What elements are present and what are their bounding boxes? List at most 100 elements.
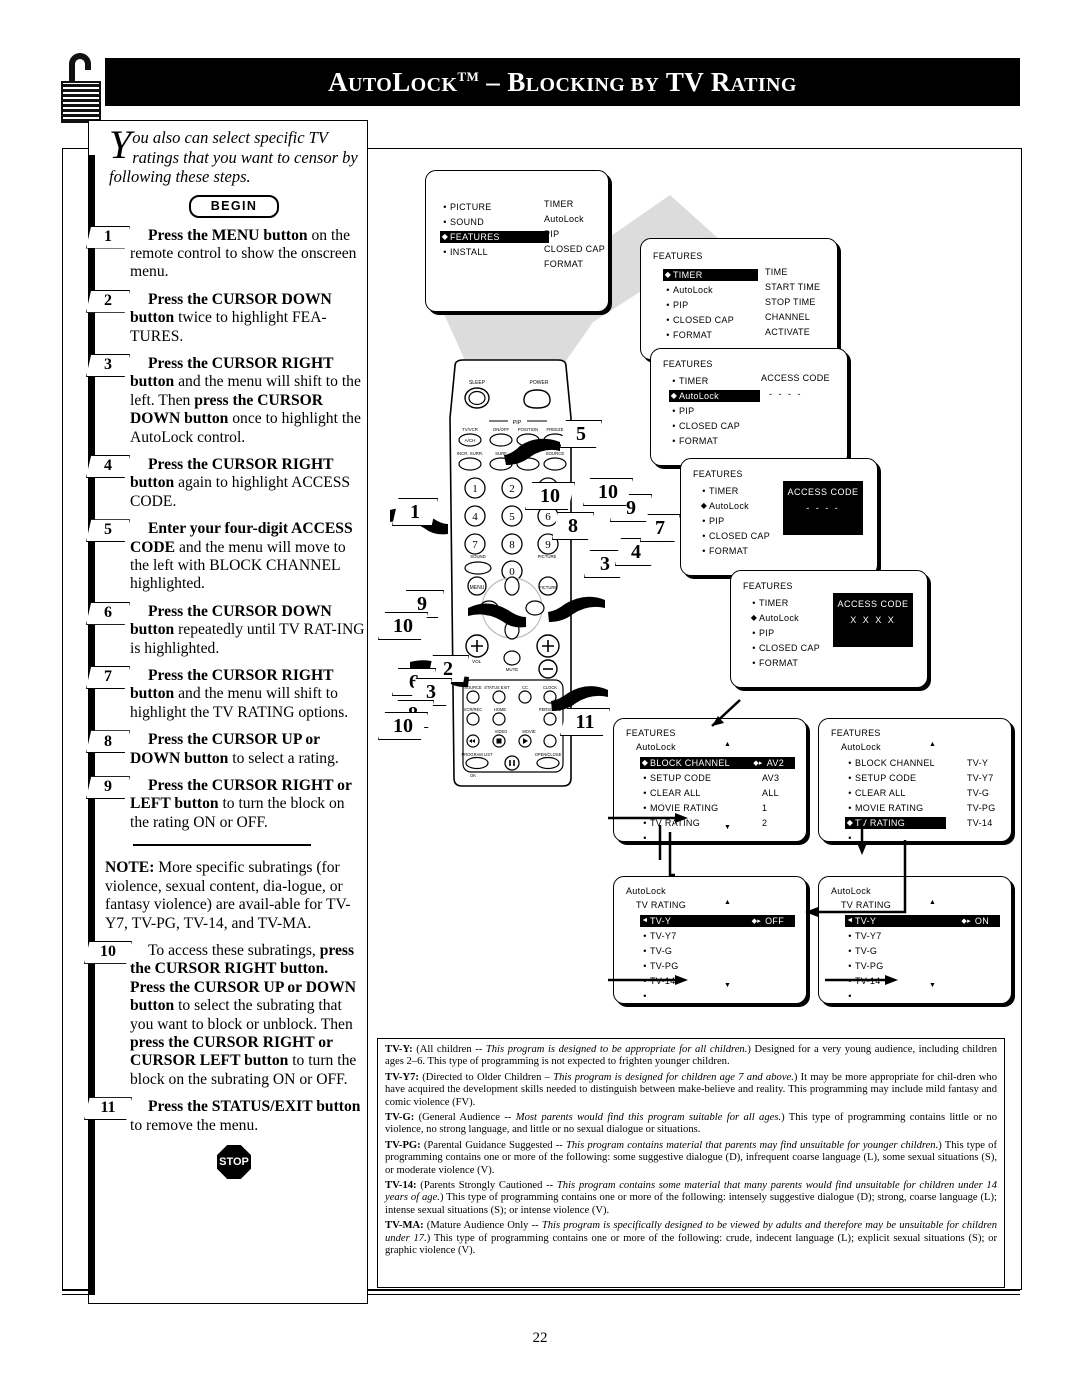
scroll-up-icon[interactable]: ▲ [929, 741, 936, 748]
menu-row[interactable]: • PIP [749, 625, 824, 640]
menu-item[interactable]: • TIMER [669, 376, 713, 386]
menu-row[interactable]: ◄ TV-Y ◆▸ OFF [640, 913, 800, 928]
menu-item[interactable]: • TV-G [845, 946, 881, 956]
menu-item[interactable]: ◄ TV-Y ◆▸ OFF [640, 914, 795, 927]
menu-row[interactable]: ◄ TV-Y ◆▸ ON [845, 913, 1005, 928]
menu-row[interactable]: • FORMAT [699, 543, 774, 558]
menu-item[interactable]: • CLOSED CAP [749, 643, 824, 653]
menu-row[interactable]: • [640, 988, 800, 1003]
menu-row[interactable]: • TIMER [699, 483, 774, 498]
menu-item[interactable]: • INSTALL [440, 247, 492, 257]
access-code-box[interactable]: ACCESS CODE - - - - [783, 481, 863, 535]
menu-row[interactable]: • CLOSED CAP [699, 528, 774, 543]
menu-row[interactable]: • MOVIE RATING TV-PG [845, 800, 1005, 815]
menu-item[interactable]: • TV-14 [845, 976, 885, 986]
menu-row[interactable]: • TV-Y7 [845, 928, 1005, 943]
menu-item[interactable]: ◆ AutoLock [699, 501, 753, 511]
menu-column-item[interactable]: FORMAT [544, 259, 605, 274]
menu-item[interactable]: • PIP [669, 406, 698, 416]
menu-column-item[interactable]: CHANNEL [765, 312, 820, 327]
scroll-up-icon[interactable]: ▲ [724, 741, 731, 748]
menu-item[interactable]: • TIMER [749, 598, 793, 608]
menu-item[interactable]: • CLOSED CAP [669, 421, 744, 431]
menu-column-item[interactable]: TIMER [544, 199, 605, 214]
menu-item[interactable]: • MOVIE RATING [640, 803, 722, 813]
menu-row[interactable]: ◆ BLOCK CHANNEL ◆▸ AV2 [640, 755, 800, 770]
menu-item[interactable]: • MOVIE RATING [845, 803, 927, 813]
menu-row[interactable]: • [845, 830, 1005, 845]
access-code-value[interactable]: X X X X [833, 615, 913, 625]
menu-item[interactable]: • SOUND [440, 217, 488, 227]
menu-row[interactable]: ◆ TIMER [663, 267, 758, 282]
menu-row[interactable]: • SOUND [440, 214, 549, 229]
menu-row[interactable]: • PIP [663, 297, 758, 312]
menu-row[interactable]: • TIMER [669, 373, 760, 388]
menu-item[interactable]: • PIP [699, 516, 728, 526]
menu-column-item[interactable]: ACTIVATE [765, 327, 820, 342]
access-code-box[interactable]: ACCESS CODE X X X X [833, 593, 913, 647]
menu-item[interactable]: • PIP [749, 628, 778, 638]
menu-row[interactable]: • AutoLock [663, 282, 758, 297]
menu-item[interactable]: • AutoLock [663, 285, 717, 295]
menu-row[interactable]: • BLOCK CHANNEL TV-Y [845, 755, 1005, 770]
menu-row[interactable]: ◆ TV RATING TV-14 [845, 815, 1005, 830]
menu-item[interactable]: • PIP [663, 300, 692, 310]
menu-item[interactable]: ◆ TV RATING [845, 816, 946, 829]
menu-row[interactable]: • MOVIE RATING 1 [640, 800, 800, 815]
menu-row[interactable]: • CLEAR ALL TV-G [845, 785, 1005, 800]
menu-row[interactable]: • TV RATING 2 [640, 815, 800, 830]
menu-row[interactable]: • FORMAT [669, 433, 760, 448]
menu-row[interactable]: • PICTURE [440, 199, 549, 214]
menu-row[interactable]: • SETUP CODE TV-Y7 [845, 770, 1005, 785]
menu-item[interactable]: • FORMAT [669, 436, 722, 446]
menu-row[interactable]: • TV-PG [845, 958, 1005, 973]
menu-row[interactable]: ◆ AutoLock [699, 498, 774, 513]
access-code-value[interactable]: - - - - [783, 503, 863, 513]
menu-row[interactable]: • INSTALL [440, 244, 549, 259]
menu-column-item[interactable]: PIP [544, 229, 605, 244]
menu-row[interactable]: • PIP [669, 403, 760, 418]
menu-item[interactable]: • [845, 991, 859, 1001]
menu-item[interactable]: ◆ FEATURES [440, 230, 549, 243]
scroll-up-icon[interactable]: ▲ [929, 899, 936, 906]
menu-item[interactable]: • PICTURE [440, 202, 496, 212]
menu-item[interactable]: ◆ AutoLock [669, 389, 760, 402]
menu-item[interactable]: • [640, 833, 654, 843]
menu-item[interactable]: • TV-G [640, 946, 676, 956]
menu-item[interactable]: • BLOCK CHANNEL [845, 758, 939, 768]
menu-item[interactable]: • TV-Y7 [845, 931, 886, 941]
menu-row[interactable]: • TV-PG [640, 958, 800, 973]
menu-item[interactable]: • TV-14 [640, 976, 680, 986]
menu-item[interactable]: • FORMAT [749, 658, 802, 668]
menu-row[interactable]: • CLOSED CAP [663, 312, 758, 327]
menu-item[interactable]: • CLEAR ALL [640, 788, 705, 798]
menu-row[interactable]: ◆ AutoLock [669, 388, 760, 403]
menu-row[interactable]: • CLEAR ALL ALL [640, 785, 800, 800]
menu-item[interactable]: ◄ TV-Y ◆▸ ON [845, 914, 1000, 927]
menu-column-item[interactable]: STOP TIME [765, 297, 820, 312]
menu-item[interactable]: • FORMAT [699, 546, 752, 556]
menu-row[interactable]: • TIMER [749, 595, 824, 610]
menu-row[interactable]: • TV-14 [640, 973, 800, 988]
menu-column-item[interactable]: TIME [765, 267, 820, 282]
menu-column-item[interactable]: START TIME [765, 282, 820, 297]
menu-row[interactable]: • CLOSED CAP [669, 418, 760, 433]
menu-item[interactable]: • TV RATING [640, 818, 704, 828]
menu-item[interactable]: ◆ TIMER [663, 268, 758, 281]
menu-row[interactable]: • TV-14 [845, 973, 1005, 988]
menu-column-item[interactable]: CLOSED CAP [544, 244, 605, 259]
menu-item[interactable]: • TIMER [699, 486, 743, 496]
menu-row[interactable]: • TV-G [845, 943, 1005, 958]
menu-item[interactable]: • TV-PG [845, 961, 888, 971]
menu-item[interactable]: • SETUP CODE [845, 773, 920, 783]
menu-item[interactable]: • FORMAT [663, 330, 716, 340]
scroll-up-icon[interactable]: ▲ [724, 899, 731, 906]
menu-item[interactable]: • CLEAR ALL [845, 788, 910, 798]
menu-item[interactable]: • CLOSED CAP [663, 315, 738, 325]
menu-row[interactable]: • TV-Y7 [640, 928, 800, 943]
menu-row[interactable]: ◆ AutoLock [749, 610, 824, 625]
menu-item[interactable]: • [845, 833, 859, 843]
menu-item[interactable]: • TV-PG [640, 961, 683, 971]
access-code-value[interactable]: - - - - [769, 389, 803, 399]
menu-item[interactable]: • TV-Y7 [640, 931, 681, 941]
